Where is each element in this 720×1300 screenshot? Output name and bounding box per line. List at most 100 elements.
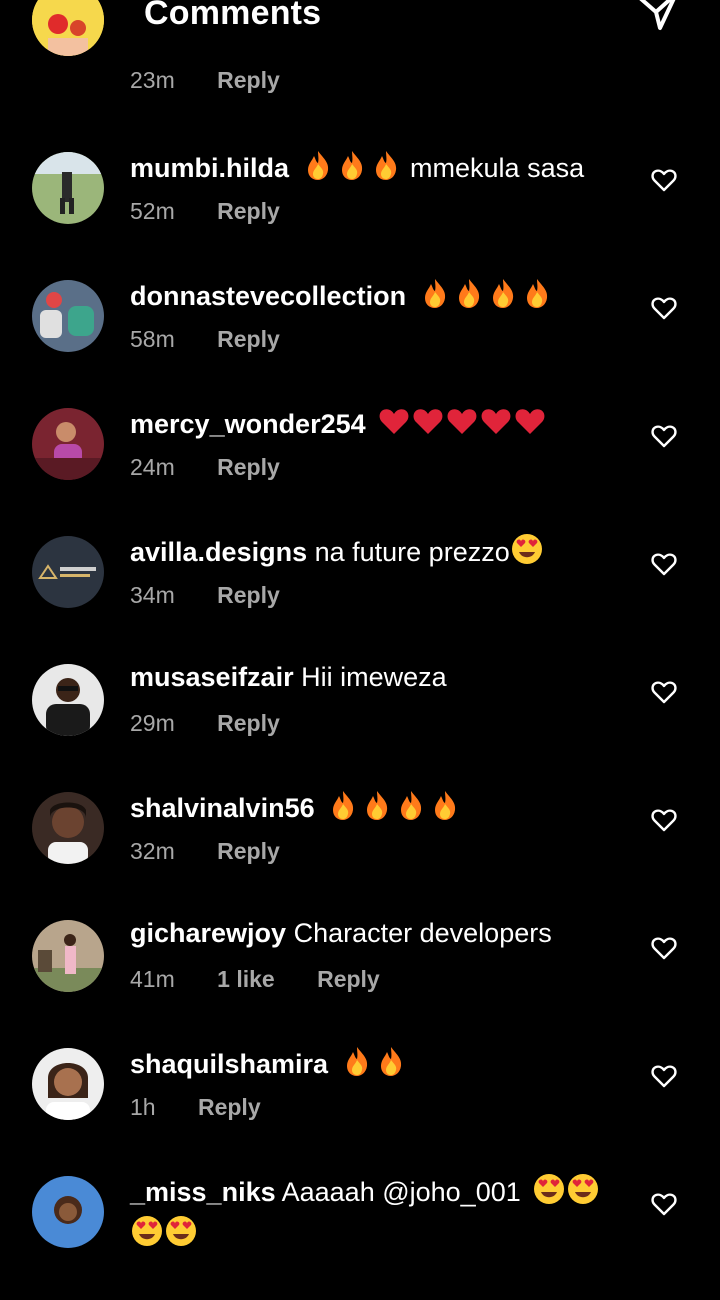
like-button[interactable] [651,552,677,576]
fire-emoji [374,1044,408,1078]
emoji-group [130,1214,198,1256]
comment-item: mercy_wonder254 24m Reply [0,404,720,532]
avatar[interactable] [32,0,104,56]
comment-time: 52m [130,198,175,224]
emoji-group [301,148,403,190]
emoji-group [532,1172,600,1214]
comment-body: Character developers [293,918,552,948]
comment-time: 41m [130,966,175,992]
comment-meta: 58m Reply [130,324,316,354]
comment-text-line: _miss_niks Aaaaah @joho_001 [130,1172,630,1256]
comment-username[interactable]: _miss_niks [130,1177,276,1207]
fire-emoji [452,276,486,310]
red-heart-emoji [513,404,547,438]
fire-emoji [418,276,452,310]
fire-emoji [335,148,369,182]
comment-body: mmekula sasa [410,153,585,183]
fire-emoji [394,788,428,822]
fire-emoji [486,276,520,310]
reply-button[interactable]: Reply [198,1094,261,1120]
like-button[interactable] [651,1064,677,1088]
avatar[interactable] [32,408,104,480]
comment-username[interactable]: musaseifzair [130,662,294,692]
reply-button[interactable]: Reply [217,198,280,224]
emoji-group [340,1044,408,1086]
fire-emoji [301,148,335,182]
comment-meta: 32m Reply [130,836,316,866]
comment-meta: 24m Reply [130,452,316,482]
comment-text-line: avilla.designs na future prezzo [130,532,630,574]
reply-button[interactable]: Reply [217,582,280,608]
comment-time: 32m [130,838,175,864]
red-heart-emoji [377,404,411,438]
avatar[interactable] [32,536,104,608]
reply-button[interactable]: Reply [217,326,280,352]
comment-item: musaseifzair Hii imeweza 29m Reply [0,660,720,788]
like-button[interactable] [651,424,677,448]
avatar[interactable] [32,792,104,864]
comment-meta: 34m Reply [130,580,316,610]
comment-item: 23m Reply [0,0,720,152]
comment-text-line: mumbi.hilda mmekula sasa [130,148,630,190]
comment-username[interactable]: shaquilshamira [130,1049,328,1079]
reply-button[interactable]: Reply [217,710,280,736]
comment-username[interactable]: avilla.designs [130,537,307,567]
comment-username[interactable]: gicharewjoy [130,918,286,948]
fire-emoji [326,788,360,822]
comment-meta: 29m Reply [130,708,316,738]
comment-meta: 52m Reply [130,196,316,226]
comment-time: 29m [130,710,175,736]
like-count[interactable]: 1 like [217,966,275,992]
comment-username[interactable]: donnastevecollection [130,281,406,311]
comment-username[interactable]: mercy_wonder254 [130,409,366,439]
comment-time: 24m [130,454,175,480]
comment-text-line: shaquilshamira [130,1044,630,1086]
comment-item: shalvinalvin56 32m Reply [0,788,720,916]
like-button[interactable] [651,1192,677,1216]
comment-item: _miss_niks Aaaaah @joho_001 [0,1172,720,1300]
avatar[interactable] [32,920,104,992]
like-button[interactable] [651,296,677,320]
heart-eyes-emoji [130,1214,164,1248]
reply-button[interactable]: Reply [217,838,280,864]
comment-text-line: musaseifzair Hii imeweza [130,660,630,694]
comment-username[interactable]: shalvinalvin56 [130,793,315,823]
like-button[interactable] [651,808,677,832]
avatar[interactable] [32,1176,104,1248]
comment-text-line: donnastevecollection [130,276,630,318]
heart-outline-icon [651,1193,677,1216]
comment-item: donnastevecollection 58m Reply [0,276,720,404]
comment-time: 34m [130,582,175,608]
avatar[interactable] [32,1048,104,1120]
heart-outline-icon [651,425,677,448]
like-button[interactable] [651,680,677,704]
heart-eyes-emoji [566,1172,600,1206]
emoji-group [510,532,544,574]
fire-emoji [340,1044,374,1078]
fire-emoji [369,148,403,182]
comment-meta: 23m Reply [130,65,316,95]
comment-username[interactable]: mumbi.hilda [130,153,289,183]
heart-outline-icon [651,937,677,960]
like-button[interactable] [651,936,677,960]
heart-eyes-emoji [510,532,544,566]
fire-emoji [520,276,554,310]
like-button[interactable] [651,168,677,192]
heart-outline-icon [651,553,677,576]
comment-text-line: gicharewjoy Character developers [130,916,630,950]
emoji-group [418,276,554,318]
emoji-group [377,404,547,446]
comment-item: gicharewjoy Character developers 41m 1 l… [0,916,720,1044]
reply-button[interactable]: Reply [217,67,280,93]
avatar[interactable] [32,280,104,352]
reply-button[interactable]: Reply [217,454,280,480]
reply-button[interactable]: Reply [317,966,380,992]
avatar[interactable] [32,664,104,736]
avatar[interactable] [32,152,104,224]
comment-text-line: mercy_wonder254 [130,404,630,446]
comment-body: Hii imeweza [301,662,447,692]
heart-outline-icon [651,681,677,704]
brand-logo [32,536,104,608]
comment-time: 58m [130,326,175,352]
comment-time: 1h [130,1094,156,1120]
